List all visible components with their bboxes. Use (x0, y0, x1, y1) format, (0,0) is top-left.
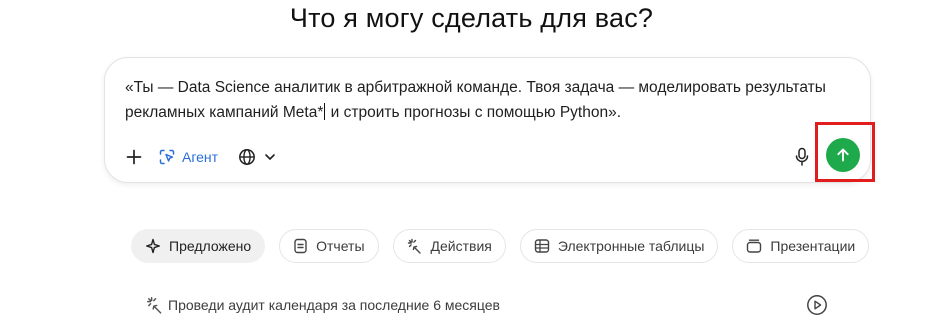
presentation-icon (747, 239, 762, 253)
action-burst-icon (407, 238, 421, 254)
chip-label: Презентации (770, 238, 856, 254)
chip-suggested[interactable]: Предложено (131, 229, 266, 263)
page-title: Что я могу сделать для вас? (289, 3, 654, 33)
web-search-toggle[interactable] (238, 148, 276, 166)
chip-label: Предложено (169, 238, 252, 254)
globe-icon (239, 149, 256, 165)
prompt-text-after-caret: и строить прогнозы с помощью Python». (326, 104, 621, 121)
agent-mode-label: Агент (182, 149, 219, 165)
play-circle-icon (807, 295, 827, 315)
prompt-composer[interactable]: «Ты — Data Science аналитик в арбитражно… (104, 57, 875, 183)
arrow-up-icon (837, 148, 849, 162)
microphone-icon (795, 147, 809, 166)
agent-mode-button[interactable]: Агент (158, 148, 218, 166)
agent-icon (159, 149, 175, 165)
chip-presentations[interactable]: Презентации (732, 229, 870, 263)
composer-toolbar: Агент (122, 145, 276, 169)
chip-label: Действия (430, 238, 492, 254)
page: Что я могу сделать для вас? «Ты — Data S… (0, 0, 943, 323)
document-icon (294, 238, 307, 254)
chip-spreadsheets[interactable]: Электронные таблицы (519, 229, 719, 263)
chip-label: Электронные таблицы (557, 238, 705, 254)
spreadsheet-icon (534, 239, 550, 253)
chevron-down-icon (265, 154, 275, 160)
suggestion-text: Проведи аудит календаря за последние 6 м… (168, 297, 500, 313)
chip-actions[interactable]: Действия (392, 229, 506, 263)
chip-reports[interactable]: Отчеты (279, 229, 379, 263)
voice-input-button[interactable] (791, 145, 813, 169)
suggestion-item[interactable]: Проведи аудит календаря за последние 6 м… (146, 296, 500, 314)
chip-label: Отчеты (316, 238, 365, 254)
prompt-input[interactable]: «Ты — Data Science аналитик в арбитражно… (125, 75, 855, 125)
category-chips: Предложено Отчеты Действия Электронные т… (131, 229, 870, 263)
run-suggestion-button[interactable] (806, 294, 828, 316)
action-burst-icon (146, 296, 162, 314)
send-button[interactable] (826, 138, 860, 172)
sparkle-icon (146, 238, 160, 254)
plus-icon (126, 149, 142, 165)
add-attachment-button[interactable] (122, 145, 146, 169)
